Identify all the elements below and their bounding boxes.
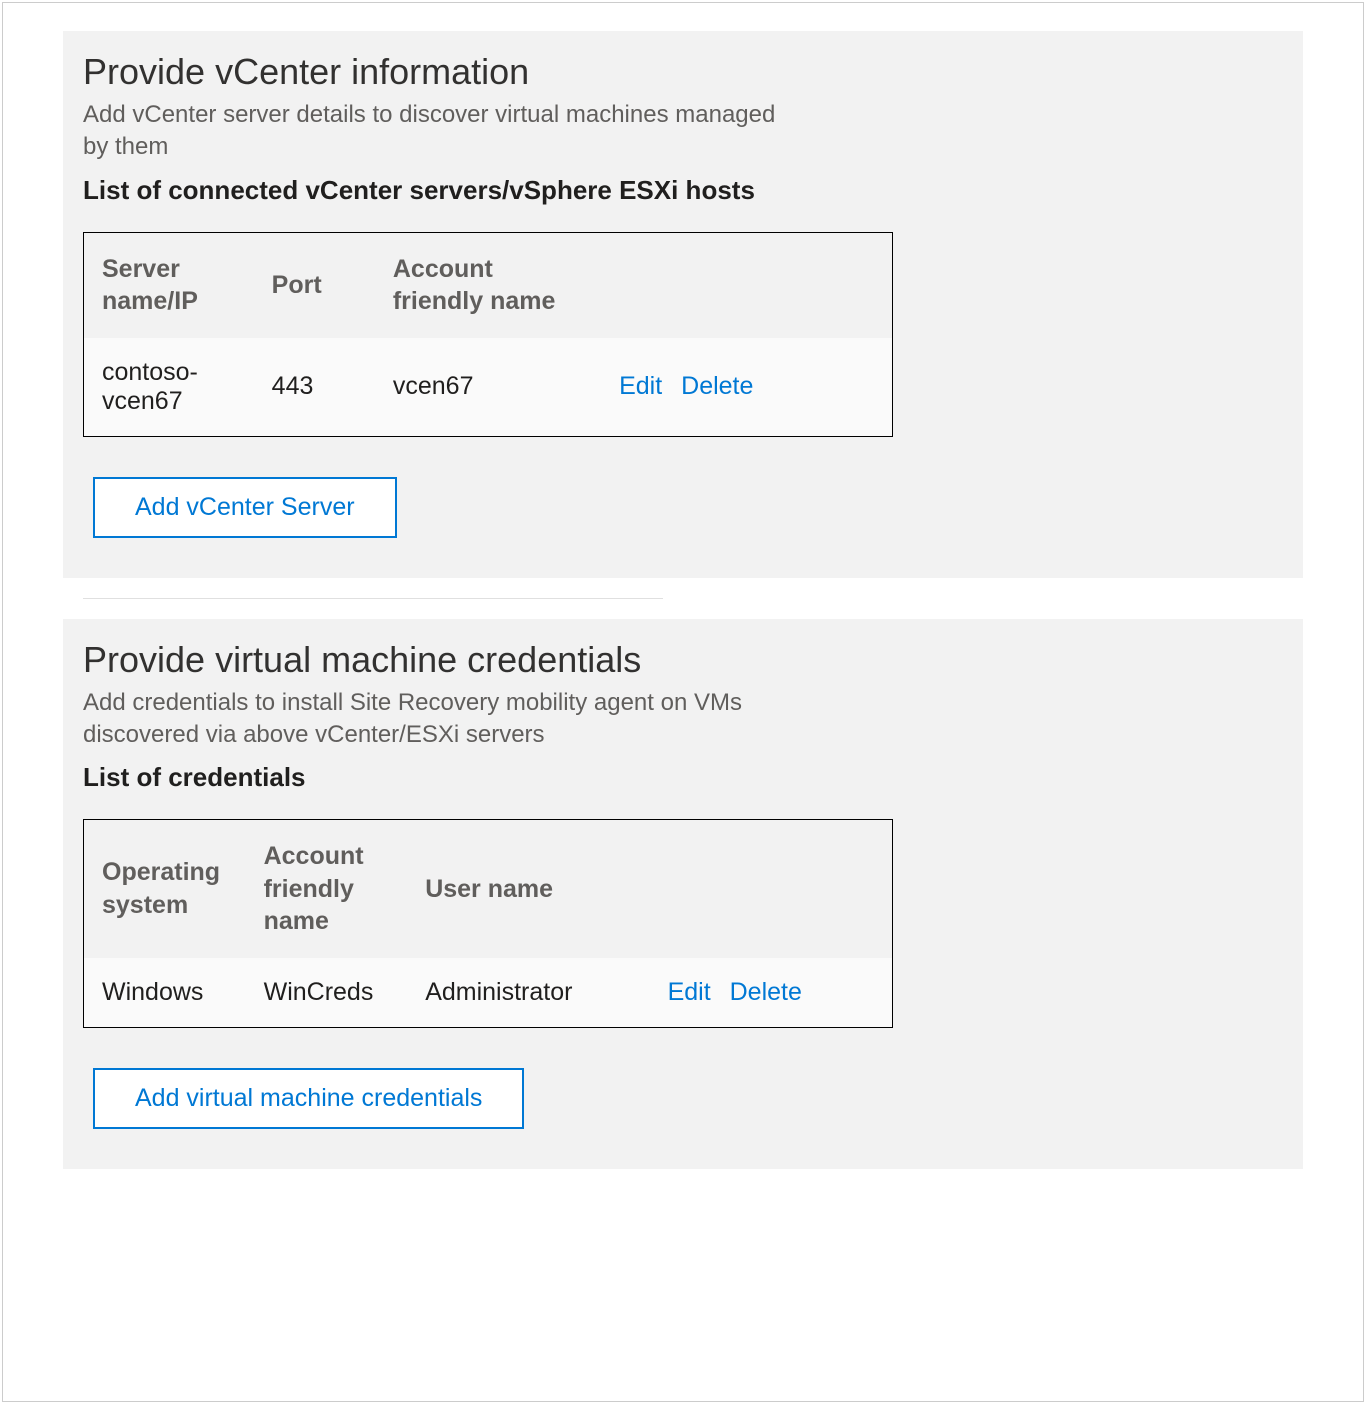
vcenter-table: Server name/IP Port Account friendly nam…	[83, 232, 893, 437]
cell-username: Administrator	[407, 958, 649, 1027]
delete-link[interactable]: Delete	[681, 372, 753, 400]
vcenter-description: Add vCenter server details to discover v…	[83, 99, 783, 164]
cell-port: 443	[254, 338, 375, 436]
vm-credentials-section: Provide virtual machine credentials Add …	[63, 619, 1303, 1169]
vcenter-subtitle: List of connected vCenter servers/vSpher…	[83, 174, 803, 208]
delete-link[interactable]: Delete	[730, 978, 802, 1006]
column-account-friendly-name: Account friendly name	[246, 820, 408, 958]
column-server-name: Server name/IP	[84, 233, 254, 338]
cell-actions: Edit Delete	[650, 958, 892, 1027]
vcenter-section: Provide vCenter information Add vCenter …	[3, 3, 1363, 1199]
vcenter-table-header-row: Server name/IP Port Account friendly nam…	[84, 233, 892, 338]
credentials-table: Operating system Account friendly name U…	[83, 819, 893, 1028]
column-account-friendly-name: Account friendly name	[375, 233, 601, 338]
column-operating-system: Operating system	[84, 820, 246, 958]
section-divider	[83, 598, 663, 599]
config-panel: Provide vCenter information Add vCenter …	[2, 2, 1364, 1402]
cell-account: WinCreds	[246, 958, 408, 1027]
vcenter-title: Provide vCenter information	[83, 51, 863, 93]
cell-server-name: contoso-vcen67	[84, 338, 254, 436]
cell-actions: Edit Delete	[601, 338, 892, 436]
column-actions	[601, 233, 892, 338]
credentials-table-header-row: Operating system Account friendly name U…	[84, 820, 892, 958]
vm-creds-description: Add credentials to install Site Recovery…	[83, 687, 783, 752]
table-row: contoso-vcen67 443 vcen67 Edit Delete	[84, 338, 892, 436]
add-vm-credentials-button[interactable]: Add virtual machine credentials	[93, 1068, 524, 1129]
edit-link[interactable]: Edit	[619, 372, 662, 400]
edit-link[interactable]: Edit	[668, 978, 711, 1006]
column-user-name: User name	[407, 820, 649, 958]
cell-os: Windows	[84, 958, 246, 1027]
table-row: Windows WinCreds Administrator Edit Dele…	[84, 958, 892, 1027]
column-port: Port	[254, 233, 375, 338]
vm-creds-subtitle: List of credentials	[83, 761, 803, 795]
add-vcenter-button[interactable]: Add vCenter Server	[93, 477, 397, 538]
cell-account: vcen67	[375, 338, 601, 436]
vm-creds-title: Provide virtual machine credentials	[83, 639, 863, 681]
column-actions	[650, 820, 892, 958]
